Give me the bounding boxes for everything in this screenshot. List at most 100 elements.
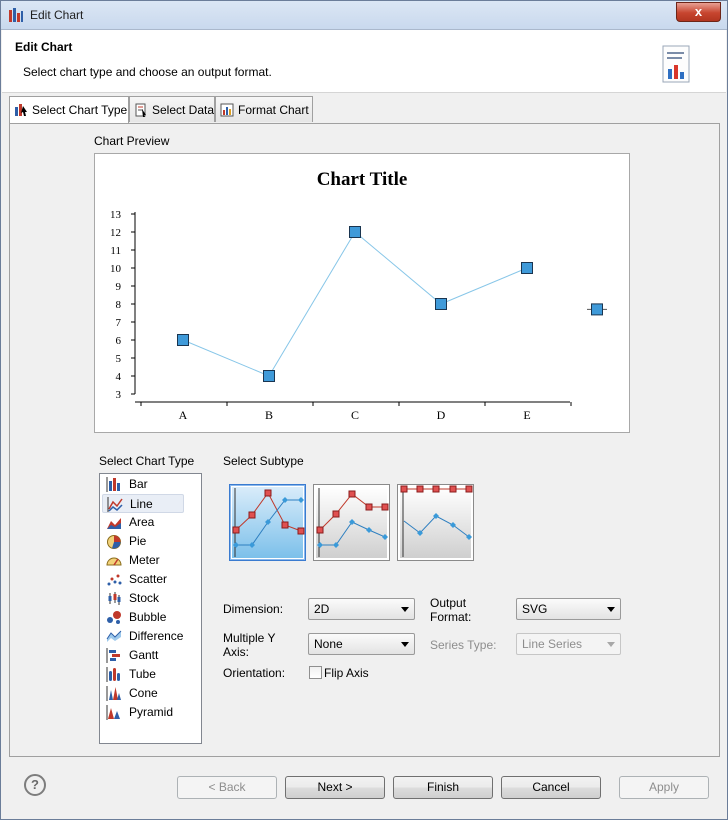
y-tick-label: 6	[116, 335, 122, 347]
subtype-percent-stacked-line[interactable]	[397, 484, 474, 561]
y-tick-label: 4	[116, 371, 122, 383]
subtype-stacked-line[interactable]	[313, 484, 390, 561]
scatter-chart-icon	[107, 574, 122, 586]
meter-chart-icon	[106, 557, 122, 566]
subtype-overlay-line[interactable]	[229, 484, 306, 561]
cancel-button[interactable]: Cancel	[501, 776, 601, 799]
finish-button[interactable]: Finish	[393, 776, 493, 799]
data-point-marker	[435, 298, 447, 310]
subtype-overlay-line-icon	[232, 487, 305, 558]
chart-type-label: Scatter	[129, 572, 168, 586]
format-chart-icon	[220, 103, 234, 117]
multiple-y-axis-select[interactable]: None	[308, 633, 415, 655]
tab-label: Select Data	[152, 103, 215, 117]
chart-title: Chart Title	[317, 169, 408, 190]
tube-chart-icon	[106, 667, 120, 682]
y-tick-label: 7	[116, 317, 122, 329]
chevron-down-icon	[607, 642, 615, 647]
help-button[interactable]: ?	[24, 774, 46, 796]
dimension-label: Dimension:	[223, 602, 284, 616]
y-tick-label: 5	[116, 353, 122, 365]
chart-type-item-difference[interactable]: Difference	[102, 627, 184, 646]
chart-type-item-stock[interactable]: Stock	[102, 589, 184, 608]
y-tick-label: 10	[110, 263, 122, 275]
series-type-label: Series Type:	[430, 638, 497, 652]
chevron-down-icon	[401, 642, 409, 647]
x-tick-label: B	[265, 408, 273, 422]
cone-chart-icon	[106, 686, 121, 701]
dimension-select[interactable]: 2D	[308, 598, 415, 620]
edit-chart-window: Edit Chart x Edit Chart Select chart typ…	[0, 0, 728, 820]
chart-type-item-scatter[interactable]: Scatter	[102, 570, 184, 589]
data-point-marker	[521, 262, 533, 274]
y-tick-label: 12	[110, 227, 121, 239]
y-tick-label: 11	[110, 245, 121, 257]
chart-type-item-area[interactable]: Area	[102, 513, 184, 532]
bar-chart-icon	[106, 477, 120, 492]
chart-preview: Chart Title 3 4 5 6 7 8 9 10 11 12 13 A B C D E	[94, 153, 630, 433]
close-icon: x	[694, 4, 703, 19]
title-bar: Edit Chart x	[1, 1, 727, 30]
multiple-y-axis-value: None	[314, 637, 343, 651]
chart-type-label: Meter	[129, 553, 160, 567]
select-subtype-label: Select Subtype	[223, 454, 304, 468]
bubble-chart-icon	[107, 611, 121, 624]
dimension-value: 2D	[314, 602, 330, 616]
chart-type-label: Line	[130, 497, 153, 511]
extra-data-point-marker	[591, 303, 603, 316]
select-chart-type-label: Select Chart Type	[99, 454, 195, 468]
chevron-down-icon	[607, 607, 615, 612]
chart-type-item-gantt[interactable]: Gantt	[102, 646, 184, 665]
x-tick-label: A	[179, 408, 188, 422]
chart-type-list[interactable]: Bar Line Area Pie Meter Scatter Stock Bu…	[99, 473, 202, 744]
chart-type-item-cone[interactable]: Cone	[102, 684, 184, 703]
subtype-stacked-line-icon	[316, 487, 389, 558]
chart-type-label: Tube	[129, 667, 156, 681]
y-tick-label: 8	[116, 299, 122, 311]
chart-type-label: Stock	[129, 591, 160, 605]
help-icon: ?	[31, 777, 39, 792]
series-type-select[interactable]: Line Series	[516, 633, 621, 655]
tab-select-chart-type[interactable]: Select Chart Type	[9, 96, 129, 125]
chart-type-icon	[15, 104, 27, 116]
chart-type-label: Bar	[129, 477, 148, 491]
tab-format-chart[interactable]: Format Chart	[215, 96, 313, 122]
data-point-marker	[177, 334, 189, 346]
chart-type-item-meter[interactable]: Meter	[102, 551, 184, 570]
pie-chart-icon	[107, 535, 121, 549]
flip-axis-checkbox[interactable]	[309, 666, 322, 679]
series-line	[182, 231, 528, 377]
next-button[interactable]: Next >	[285, 776, 385, 799]
chart-type-item-pie[interactable]: Pie	[102, 532, 184, 551]
chevron-down-icon	[401, 607, 409, 612]
stock-chart-icon	[108, 592, 121, 605]
chart-type-item-pyramid[interactable]: Pyramid	[102, 703, 184, 722]
dialog-header: Edit Chart Select chart type and choose …	[2, 30, 726, 93]
flip-axis-label[interactable]: Flip Axis	[324, 666, 369, 680]
header-subtitle: Select chart type and choose an output f…	[23, 65, 272, 79]
subtype-percent-stacked-line-icon	[400, 485, 473, 558]
back-button[interactable]: < Back	[177, 776, 277, 799]
close-button[interactable]: x	[676, 2, 721, 22]
y-tick-label: 9	[116, 281, 122, 293]
series-type-value: Line Series	[522, 637, 583, 651]
y-tick-label: 13	[110, 209, 122, 221]
tab-select-data[interactable]: Select Data	[129, 96, 215, 122]
chart-type-label: Pyramid	[129, 705, 174, 719]
chart-type-item-bar[interactable]: Bar	[102, 475, 184, 494]
chart-type-item-bubble[interactable]: Bubble	[102, 608, 184, 627]
chart-type-item-tube[interactable]: Tube	[102, 665, 184, 684]
area-chart-icon	[107, 518, 121, 529]
apply-button[interactable]: Apply	[619, 776, 709, 799]
tab-label: Select Chart Type	[32, 103, 128, 117]
orientation-label: Orientation:	[223, 666, 286, 680]
chart-type-item-line[interactable]: Line	[102, 494, 184, 513]
tab-label: Format Chart	[238, 103, 309, 117]
output-format-label: Output Format:	[430, 596, 472, 624]
line-chart-icon	[107, 497, 123, 512]
chart-preview-canvas: Chart Title 3 4 5 6 7 8 9 10 11 12 13 A B C D E	[110, 169, 607, 422]
output-format-select[interactable]: SVG	[516, 598, 621, 620]
chart-type-label: Area	[129, 515, 155, 529]
header-title: Edit Chart	[15, 40, 73, 54]
x-tick-label: C	[351, 408, 359, 422]
